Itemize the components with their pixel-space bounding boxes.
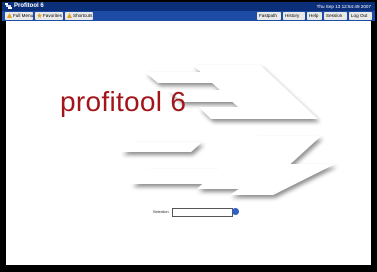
- shortcut-icon: [67, 13, 72, 18]
- selection-search: Selection: [1, 208, 377, 220]
- favorites-button[interactable]: Favorites: [35, 12, 63, 20]
- shortcuts-button[interactable]: Shortcuts: [65, 12, 93, 20]
- logo-wordmark: profitool 6: [60, 86, 187, 117]
- selection-label: Selection: [153, 210, 169, 214]
- title-bar: Profitool 6 Thu Sep 13 12:54:49 2007: [2, 2, 375, 11]
- window-title: Profitool 6: [14, 3, 44, 9]
- log-out-button[interactable]: Log Out: [349, 12, 372, 20]
- menu-bar: Full Menu Favorites Shortcuts Fastpath H…: [2, 11, 375, 21]
- help-button[interactable]: Help: [307, 12, 322, 20]
- selection-input[interactable]: [172, 208, 233, 217]
- go-arrow-icon: [234, 215, 238, 220]
- main-content: [6, 21, 371, 267]
- application-window: Profitool 6 Thu Sep 13 12:54:49 2007 Ful…: [0, 0, 377, 272]
- session-label: Session: [326, 13, 343, 18]
- log-out-label: Log Out: [351, 13, 368, 18]
- favorites-label: Favorites: [43, 13, 62, 18]
- bottom-bar: [2, 265, 375, 270]
- app-icon: [5, 3, 12, 9]
- go-button[interactable]: [232, 208, 239, 220]
- full-menu-button[interactable]: Full Menu: [5, 12, 33, 20]
- fastpath-button[interactable]: Fastpath: [257, 12, 281, 20]
- history-label: History: [285, 13, 300, 18]
- session-button[interactable]: Session: [324, 12, 347, 20]
- history-button[interactable]: History: [283, 12, 305, 20]
- full-menu-label: Full Menu: [13, 13, 34, 18]
- logo-graphic: [121, 65, 335, 195]
- fastpath-label: Fastpath: [259, 13, 277, 18]
- shortcuts-label: Shortcuts: [73, 13, 93, 18]
- logo-chevrons: [121, 65, 335, 195]
- menu-icon: [7, 13, 12, 18]
- star-icon: [37, 13, 42, 18]
- help-label: Help: [309, 13, 319, 18]
- date-time: Thu Sep 13 12:54:49 2007: [316, 4, 371, 9]
